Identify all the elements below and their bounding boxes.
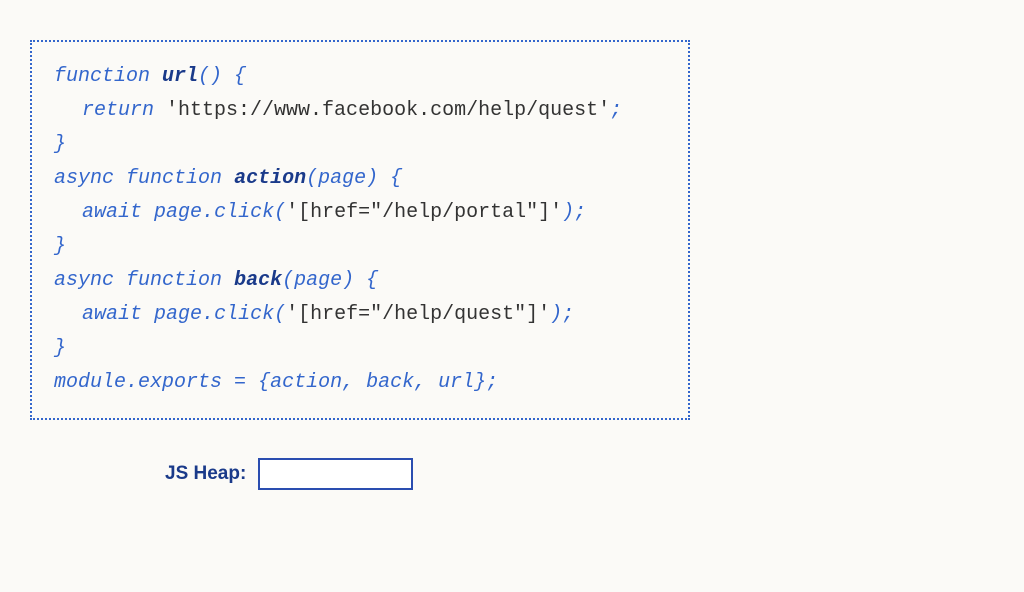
close-paren-semi: );	[562, 201, 586, 224]
code-text: (page) {	[282, 269, 378, 292]
ident-page: page	[154, 303, 202, 326]
open-paren: (	[274, 303, 286, 326]
string-literal: '[href="/help/quest"]'	[286, 303, 550, 326]
code-text: (page) {	[306, 167, 402, 190]
ident-page: page	[154, 201, 202, 224]
ident-module: module	[54, 371, 126, 394]
heap-area: JS Heap:	[165, 458, 413, 490]
exports-object: {action, back, url};	[258, 371, 498, 394]
heap-label: JS Heap:	[165, 463, 246, 485]
method-click: click	[214, 201, 274, 224]
open-paren: (	[274, 201, 286, 224]
code-line-2: return 'https://www.facebook.com/help/qu…	[54, 94, 666, 128]
ident-exports: exports	[138, 371, 222, 394]
keyword-function: function	[126, 167, 222, 190]
close-paren-semi: );	[550, 303, 574, 326]
code-line-5: await page.click('[href="/help/portal"]'…	[54, 196, 666, 230]
close-brace: }	[54, 133, 66, 156]
code-line-8: await page.click('[href="/help/quest"]')…	[54, 298, 666, 332]
keyword-await: await	[82, 303, 142, 326]
semicolon: ;	[610, 99, 622, 122]
dot: .	[126, 371, 138, 394]
heap-value-box	[258, 458, 413, 490]
fn-name-action: action	[234, 167, 306, 190]
keyword-return: return	[82, 99, 154, 122]
dot: .	[202, 303, 214, 326]
fn-name-url: url	[162, 65, 198, 88]
string-literal: 'https://www.facebook.com/help/quest'	[166, 99, 610, 122]
code-line-1: function url() {	[54, 60, 666, 94]
code-line-4: async function action(page) {	[54, 162, 666, 196]
method-click: click	[214, 303, 274, 326]
keyword-async: async	[54, 269, 114, 292]
code-line-9: }	[54, 332, 666, 366]
keyword-await: await	[82, 201, 142, 224]
code-line-10: module.exports = {action, back, url};	[54, 366, 666, 400]
code-line-3: }	[54, 128, 666, 162]
string-literal: '[href="/help/portal"]'	[286, 201, 562, 224]
code-line-6: }	[54, 230, 666, 264]
code-snippet-box: function url() { return 'https://www.fac…	[30, 40, 690, 420]
keyword-function: function	[54, 65, 150, 88]
close-brace: }	[54, 235, 66, 258]
keyword-function: function	[126, 269, 222, 292]
keyword-async: async	[54, 167, 114, 190]
code-text: () {	[198, 65, 246, 88]
code-line-7: async function back(page) {	[54, 264, 666, 298]
close-brace: }	[54, 337, 66, 360]
fn-name-back: back	[234, 269, 282, 292]
equals: =	[222, 371, 258, 394]
dot: .	[202, 201, 214, 224]
